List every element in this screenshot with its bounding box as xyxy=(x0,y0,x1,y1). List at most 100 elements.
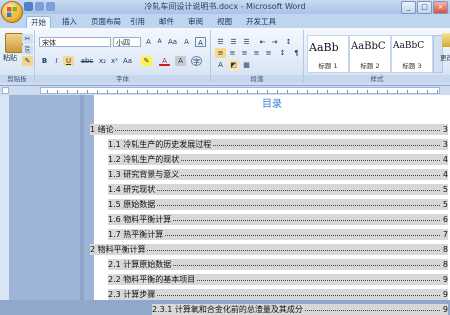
strikethrough-button[interactable]: abc xyxy=(79,56,95,66)
show-marks-icon[interactable]: ¶ xyxy=(291,48,302,58)
toc-entry[interactable]: 1.4 研究现状 5 xyxy=(108,184,448,195)
shrink-font-icon[interactable]: A xyxy=(154,37,165,47)
cut-icon[interactable]: ✂ xyxy=(22,34,33,44)
bold-button[interactable]: B xyxy=(39,56,50,66)
save-icon[interactable] xyxy=(24,2,33,11)
char-border-icon[interactable]: A xyxy=(195,37,206,47)
change-styles-label[interactable]: 更改样式 xyxy=(440,52,450,62)
toc-entry[interactable]: 1.1 冷轧生产的历史发展过程 3 xyxy=(108,139,448,150)
clear-format-icon[interactable]: Aa xyxy=(167,37,178,47)
font-size-select[interactable]: 小四 xyxy=(113,37,141,47)
multilevel-list-icon[interactable]: ☰ xyxy=(241,37,252,47)
decrease-indent-icon[interactable]: ⇤ xyxy=(257,37,268,47)
toc-page-number: 9 xyxy=(442,274,448,285)
ruler-tick xyxy=(237,90,238,93)
bullets-icon[interactable]: ☰ xyxy=(215,37,226,47)
toc-entry[interactable]: 2.3.1 计算氧和合金化前的总渣量及其成分 9 xyxy=(152,304,448,315)
style-heading-2[interactable]: AaBbC 标题 2 xyxy=(349,35,391,73)
style-heading-1[interactable]: AaBb 标题 1 xyxy=(307,35,349,73)
ruler-tick xyxy=(77,90,78,93)
underline-button[interactable]: U xyxy=(63,56,74,66)
numbering-icon[interactable]: ☰ xyxy=(228,37,239,47)
toc-entry[interactable]: 2.2 物料平衡的基本项目 9 xyxy=(108,274,448,285)
font-name-select[interactable]: 宋体 xyxy=(39,37,111,47)
ruler-tick xyxy=(117,90,118,93)
distributed-icon[interactable]: ≡ xyxy=(263,48,274,58)
tab-mailings[interactable]: 邮件 xyxy=(155,16,178,27)
justify-icon[interactable]: ≡ xyxy=(251,48,262,58)
font-color-icon[interactable]: A xyxy=(159,56,170,66)
tab-developer[interactable]: 开发工具 xyxy=(242,16,280,27)
ruler-tick xyxy=(327,90,328,93)
tab-selector[interactable] xyxy=(2,87,9,94)
tab-references[interactable]: 引用 xyxy=(126,16,149,27)
toc-entry[interactable]: 1.3 研究背景与意义 4 xyxy=(108,169,448,180)
tab-review[interactable]: 审阅 xyxy=(184,16,207,27)
ruler-tick xyxy=(207,90,208,93)
ruler-tick xyxy=(67,90,68,93)
toc-entry[interactable]: 2.1 计算原始数据 8 xyxy=(108,259,448,270)
copy-icon[interactable]: ⎘ xyxy=(22,45,33,55)
toc-entry[interactable]: 1 绪论 3 xyxy=(90,124,448,135)
style-sample: AaBbC xyxy=(393,41,425,51)
ruler-tick xyxy=(307,90,308,93)
align-right-icon[interactable]: ≡ xyxy=(239,48,250,58)
chinese-layout-icon[interactable]: A xyxy=(215,60,226,70)
ruler-tick xyxy=(107,90,108,93)
redo-icon[interactable] xyxy=(46,2,55,11)
minimize-button[interactable]: _ xyxy=(401,1,416,14)
font-group: 宋体 小四 A A Aa A A B I U abc x₂ x² Aa ✎ A … xyxy=(35,30,211,83)
toc-entry-text: 1.7 热平衡计算 xyxy=(108,229,165,240)
grow-font-icon[interactable]: A xyxy=(143,37,154,47)
ruler-tick xyxy=(407,90,408,93)
horizontal-ruler[interactable] xyxy=(40,87,440,94)
toc-page-number: 5 xyxy=(442,199,448,210)
enclose-char-icon[interactable]: 字 xyxy=(191,56,202,66)
tab-home[interactable]: 开始 xyxy=(26,16,51,28)
align-center-icon[interactable]: ≡ xyxy=(227,48,238,58)
toc-leader-dots xyxy=(108,190,440,191)
line-spacing-icon[interactable]: ↕ xyxy=(277,48,288,58)
ruler-tick xyxy=(287,90,288,93)
char-shading-icon[interactable]: A xyxy=(175,56,186,66)
tab-insert[interactable]: 插入 xyxy=(58,16,81,27)
toc-entry[interactable]: 1.2 冷轧生产的现状 4 xyxy=(108,154,448,165)
change-case-icon[interactable]: Aa xyxy=(122,56,133,66)
highlight-color-icon[interactable]: ✎ xyxy=(141,56,152,66)
ruler-tick xyxy=(157,90,158,93)
toc-entry[interactable]: 1.7 热平衡计算 7 xyxy=(108,229,448,240)
style-name: 标题 2 xyxy=(360,62,380,70)
undo-icon[interactable] xyxy=(35,2,44,11)
toc-page-number: 4 xyxy=(442,154,448,165)
tab-view[interactable]: 视图 xyxy=(213,16,236,27)
vertical-ruler[interactable] xyxy=(0,95,10,300)
increase-indent-icon[interactable]: ⇥ xyxy=(269,37,280,47)
title-bar: 冷轧车间设计说明书.docx - Microsoft Word _ □ × xyxy=(0,0,450,14)
shading-icon[interactable]: ◩ xyxy=(228,60,239,70)
style-heading-3[interactable]: AaBbC 标题 3 xyxy=(391,35,433,73)
ruler-tick xyxy=(297,90,298,93)
maximize-button[interactable]: □ xyxy=(417,1,432,14)
align-left-icon[interactable]: ≡ xyxy=(215,48,226,58)
phonetic-guide-icon[interactable]: A xyxy=(181,37,192,47)
format-painter-icon[interactable]: ✎ xyxy=(22,56,33,66)
paste-icon[interactable] xyxy=(5,33,23,53)
toc-entry[interactable]: 1.5 原始数据 5 xyxy=(108,199,448,210)
toc-page-number: 9 xyxy=(442,304,448,315)
change-styles-icon[interactable] xyxy=(442,33,450,47)
italic-button[interactable]: I xyxy=(51,56,62,66)
subscript-button[interactable]: x₂ xyxy=(97,56,108,66)
ruler-tick xyxy=(87,90,88,93)
toc-entry[interactable]: 1.6 物料平衡计算 6 xyxy=(108,214,448,225)
sort-icon[interactable]: ↕ xyxy=(283,37,294,47)
toc-entry[interactable]: 2 物料平衡计算 8 xyxy=(90,244,448,255)
document-page[interactable]: 目录 1 绪论 3 1.1 冷轧生产的历史发展过程 3 1.2 冷轧生产的现状 4 1.3 … xyxy=(90,95,450,315)
office-button[interactable] xyxy=(1,1,23,23)
tab-page-layout[interactable]: 页面布局 xyxy=(87,16,125,27)
paste-button-label[interactable]: 粘贴 xyxy=(3,53,17,63)
superscript-button[interactable]: x² xyxy=(109,56,120,66)
close-button[interactable]: × xyxy=(433,1,448,14)
borders-icon[interactable]: ▦ xyxy=(241,60,252,70)
toc-page-number: 4 xyxy=(442,169,448,180)
toc-entry[interactable]: 2.3 计算步骤 9 xyxy=(108,289,448,300)
